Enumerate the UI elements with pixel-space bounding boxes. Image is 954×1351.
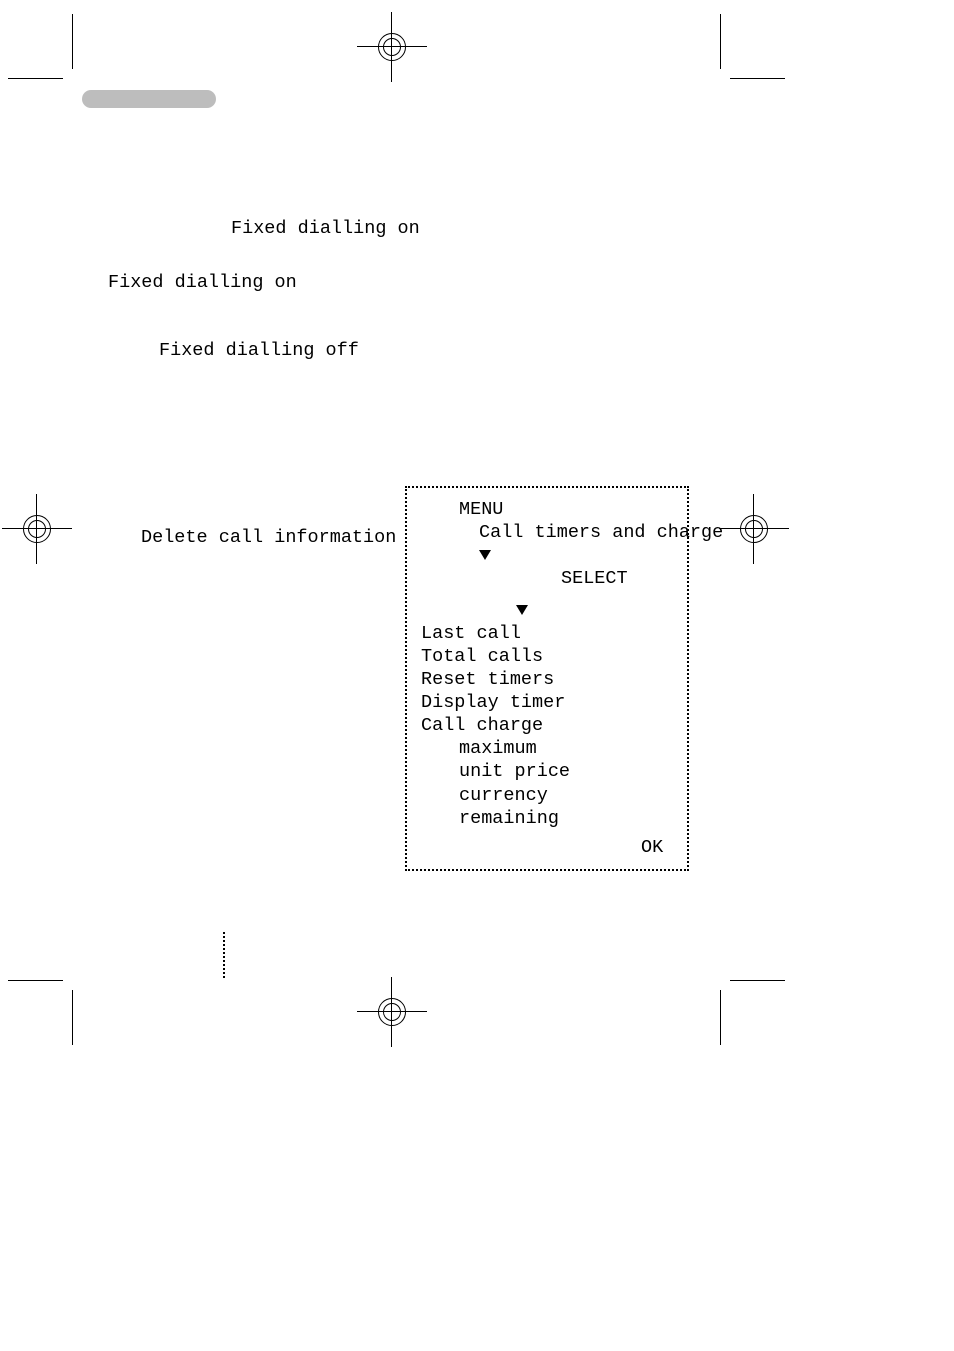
- menu-item-charge-unit: unit price: [421, 760, 673, 783]
- crop-mark: [8, 980, 63, 981]
- crop-mark: [720, 990, 721, 1045]
- dotted-guide-line: [223, 932, 227, 978]
- label-fixed-dialling-off: Fixed dialling off: [159, 340, 359, 361]
- menu-item-call-charge: Call charge: [421, 714, 673, 737]
- label-fixed-dialling-on-2: Fixed dialling on: [108, 272, 297, 293]
- menu-item-total-calls: Total calls: [421, 645, 673, 668]
- menu-item-charge-max: maximum: [421, 737, 673, 760]
- menu-item-reset-timers: Reset timers: [421, 668, 673, 691]
- menu-title: Call timers and charge: [421, 521, 673, 544]
- crop-mark: [72, 14, 73, 69]
- menu-item-charge-remaining: remaining: [421, 807, 673, 830]
- registration-mark-bottom: [378, 998, 406, 1026]
- crop-mark: [720, 14, 721, 69]
- menu-item-display-timer: Display timer: [421, 691, 673, 714]
- label-delete-call-info: Delete call information: [141, 527, 396, 548]
- menu-arrow-1: [421, 544, 673, 567]
- crop-mark: [730, 980, 785, 981]
- registration-mark-top: [378, 33, 406, 61]
- menu-panel: MENU Call timers and charge SELECT Last …: [405, 486, 689, 871]
- menu-ok-label: OK: [421, 836, 673, 859]
- menu-select-label: SELECT: [421, 567, 673, 590]
- menu-header: MENU: [421, 498, 673, 521]
- menu-arrow-2: [421, 599, 673, 622]
- crop-mark: [730, 78, 785, 79]
- crop-mark: [8, 78, 63, 79]
- registration-mark-left: [23, 515, 51, 543]
- registration-mark-right: [740, 515, 768, 543]
- menu-item-charge-currency: currency: [421, 784, 673, 807]
- label-fixed-dialling-on-1: Fixed dialling on: [231, 218, 420, 239]
- menu-item-last-call: Last call: [421, 622, 673, 645]
- crop-mark: [72, 990, 73, 1045]
- page-tab-placeholder: [82, 90, 216, 108]
